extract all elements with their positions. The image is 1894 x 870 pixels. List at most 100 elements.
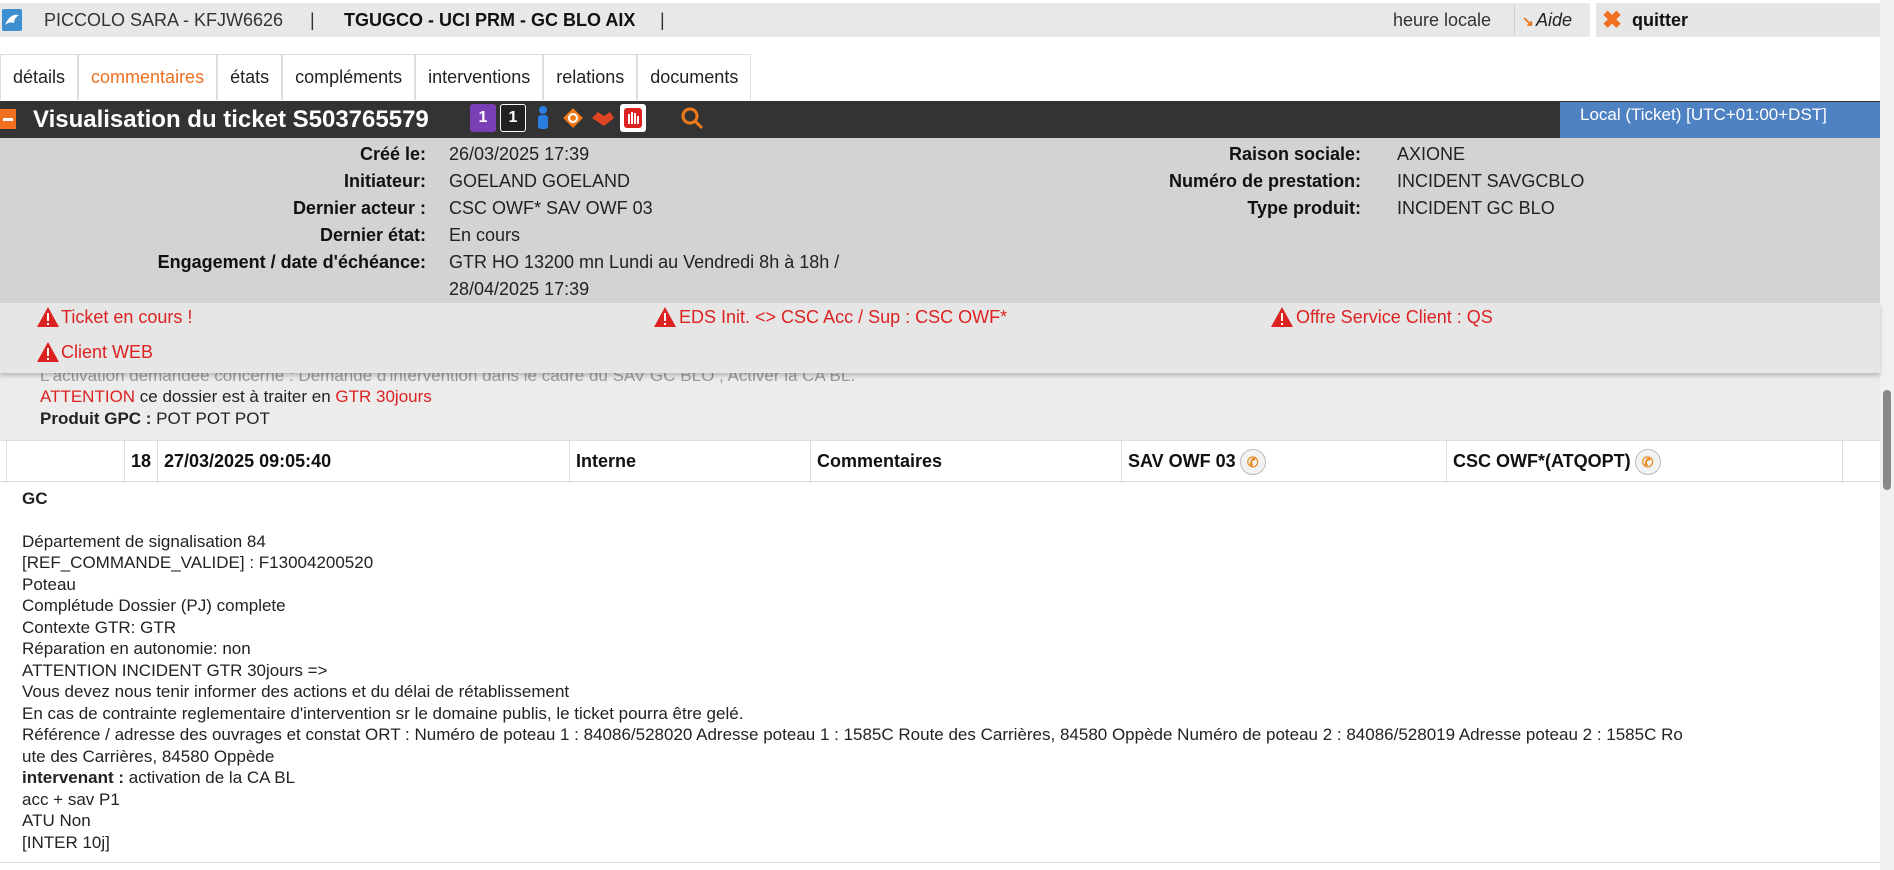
timezone-label: Local (Ticket) [UTC+01:00+DST]	[1560, 102, 1880, 138]
comment-line: ute des Carrières, 84580 Oppède	[22, 746, 275, 766]
comment-line: Réparation en autonomie: non	[22, 639, 251, 658]
person-icon	[530, 104, 556, 132]
app-logo-icon[interactable]	[2, 9, 22, 31]
warning-icon	[654, 307, 676, 327]
divider	[0, 862, 1880, 863]
service-number-value: INCIDENT SAVGCBLO	[1397, 171, 1585, 191]
comment-line: Contexte GTR: GTR	[22, 617, 176, 637]
product-line: Produit GPC : POT POT POT	[40, 409, 270, 429]
comment-line: Département de signalisation 84	[22, 531, 266, 551]
arrow-icon: ↘	[1522, 13, 1534, 29]
quit-button[interactable]: ✖ quitter	[1590, 3, 1880, 37]
status-icons: 1 1	[470, 104, 646, 132]
stop-hand-icon	[620, 104, 646, 132]
tab-documents[interactable]: documents	[637, 54, 752, 100]
phone-icon[interactable]: ✆	[1239, 449, 1266, 475]
top-bar: PICCOLO SARA - KFJW6626 | TGUGCO - UCI P…	[0, 0, 1894, 40]
attention-body: ce dossier est à traiter en	[135, 387, 336, 406]
last-actor-label: Dernier acteur :	[292, 198, 426, 218]
initiator-label: Initiateur:	[343, 171, 426, 191]
warning-icon	[37, 342, 59, 362]
comment-line: Poteau	[22, 574, 76, 594]
comment-title: GC	[22, 489, 48, 508]
attention-line: ATTENTION ce dossier est à traiter en GT…	[40, 387, 432, 407]
separator: |	[660, 10, 665, 30]
escalation-1-icon: 1	[500, 104, 526, 132]
priority-1-icon: 1	[470, 104, 496, 132]
comment-line: Référence / adresse des ouvrages et cons…	[22, 725, 1683, 744]
created-label: Créé le:	[359, 144, 426, 164]
comment-line: Vous devez nous tenir informer des actio…	[22, 682, 570, 701]
local-time-link[interactable]: heure locale	[1393, 10, 1491, 31]
tab-bar: détails commentaires états compléments i…	[0, 54, 752, 100]
gtr-text: GTR 30jours	[335, 387, 432, 406]
priority-badge: 1	[478, 109, 488, 126]
intervenant-line: intervenant : activation de la CA BL	[22, 767, 1802, 789]
comment-line: ATTENTION INCIDENT GTR 30jours =>	[22, 660, 328, 680]
escalation-badge: 1	[508, 109, 518, 126]
product-type-value: INCIDENT GC BLO	[1397, 198, 1555, 218]
row-date: 27/03/2025 09:05:40	[157, 441, 569, 483]
comment-body: GC Département de signalisation 84 [REF_…	[22, 488, 1802, 853]
last-state-value: En cours	[449, 225, 521, 245]
tab-etats[interactable]: états	[217, 54, 283, 100]
tab-details[interactable]: détails	[0, 54, 79, 100]
warning-icon	[37, 307, 59, 327]
actor-name: SAV OWF 03	[1128, 450, 1236, 471]
service-number-label: Numéro de prestation:	[1168, 171, 1361, 191]
previous-comment: L'activation demandée concerne : Demande…	[0, 366, 1880, 440]
row-number: 18	[124, 441, 157, 483]
table-row[interactable]: 18 27/03/2025 09:05:40 Interne Commentai…	[0, 440, 1880, 483]
help-button[interactable]: ↘ Aide	[1514, 5, 1578, 35]
user-name: PICCOLO SARA - KFJW6626	[44, 10, 284, 30]
comment-line: [REF_COMMANDE_VALIDE] : F13004200520	[22, 553, 374, 572]
comment-line: [INTER 10j]	[22, 832, 110, 852]
alert-ticket-open: Ticket en cours !	[61, 307, 193, 327]
product-type-label: Type produit:	[1247, 198, 1361, 218]
tab-interventions[interactable]: interventions	[415, 54, 544, 100]
alerts-panel: Ticket en cours ! EDS Init. <> CSC Acc /…	[0, 303, 1880, 373]
tab-relations[interactable]: relations	[543, 54, 638, 100]
warning-icon	[1271, 307, 1293, 327]
status-diamond-icon	[560, 104, 586, 132]
context-title: TGUGCO - UCI PRM - GC BLO AIX	[344, 10, 636, 30]
quit-label: quitter	[1632, 10, 1688, 30]
row-end	[1842, 441, 1880, 483]
separator: |	[310, 10, 315, 30]
row-category: Commentaires	[810, 441, 1121, 483]
alert-offer: Offre Service Client : QS	[1296, 307, 1493, 327]
company-value: AXIONE	[1397, 144, 1466, 164]
phone-icon[interactable]: ✆	[1634, 449, 1661, 475]
comment-line: Complétude Dossier (PJ) complete	[22, 596, 286, 615]
initiator-value: GOELAND GOELAND	[449, 171, 631, 191]
handshake-icon	[590, 104, 616, 132]
last-state-label: Dernier état:	[319, 225, 426, 245]
engagement-label: Engagement / date d'échéance:	[157, 252, 426, 272]
close-icon: ✖	[1602, 7, 1623, 34]
ticket-header: Visualisation du ticket S503765579 1 1 L…	[0, 101, 1880, 138]
alert-client-web: Client WEB	[61, 342, 154, 362]
ticket-title: Visualisation du ticket S503765579	[33, 106, 429, 133]
search-icon[interactable]	[680, 106, 704, 135]
comment-line: ATU Non	[22, 811, 91, 830]
collapse-icon[interactable]	[0, 109, 16, 129]
row-type: Interne	[569, 441, 810, 483]
engagement-value: GTR HO 13200 mn Lundi au Vendredi 8h à 1…	[449, 252, 840, 272]
row-actor: SAV OWF 03 ✆	[1121, 441, 1446, 483]
alert-eds: EDS Init. <> CSC Acc / Sup : CSC OWF*	[679, 307, 1008, 327]
tab-complements[interactable]: compléments	[282, 54, 416, 100]
company-label: Raison sociale:	[1228, 144, 1361, 164]
intervenant-label: intervenant :	[22, 768, 125, 787]
intervenant-value: activation de la CA BL	[124, 768, 296, 787]
comment-line: acc + sav P1	[22, 789, 120, 809]
team-name: CSC OWF*(ATQOPT)	[1453, 450, 1631, 471]
product-label: Produit GPC :	[40, 409, 152, 428]
attention-text: ATTENTION	[40, 387, 136, 406]
tab-commentaires[interactable]: commentaires	[78, 54, 218, 100]
help-label: Aide	[1536, 10, 1573, 30]
created-value: 26/03/2025 17:39	[449, 144, 590, 164]
scrollbar-thumb[interactable]	[1883, 390, 1891, 490]
due-date-value: 28/04/2025 17:39	[449, 279, 590, 299]
last-actor-value: CSC OWF* SAV OWF 03	[449, 198, 653, 218]
ticket-info-panel: Créé le: 26/03/2025 17:39 Initiateur: GO…	[0, 138, 1880, 303]
